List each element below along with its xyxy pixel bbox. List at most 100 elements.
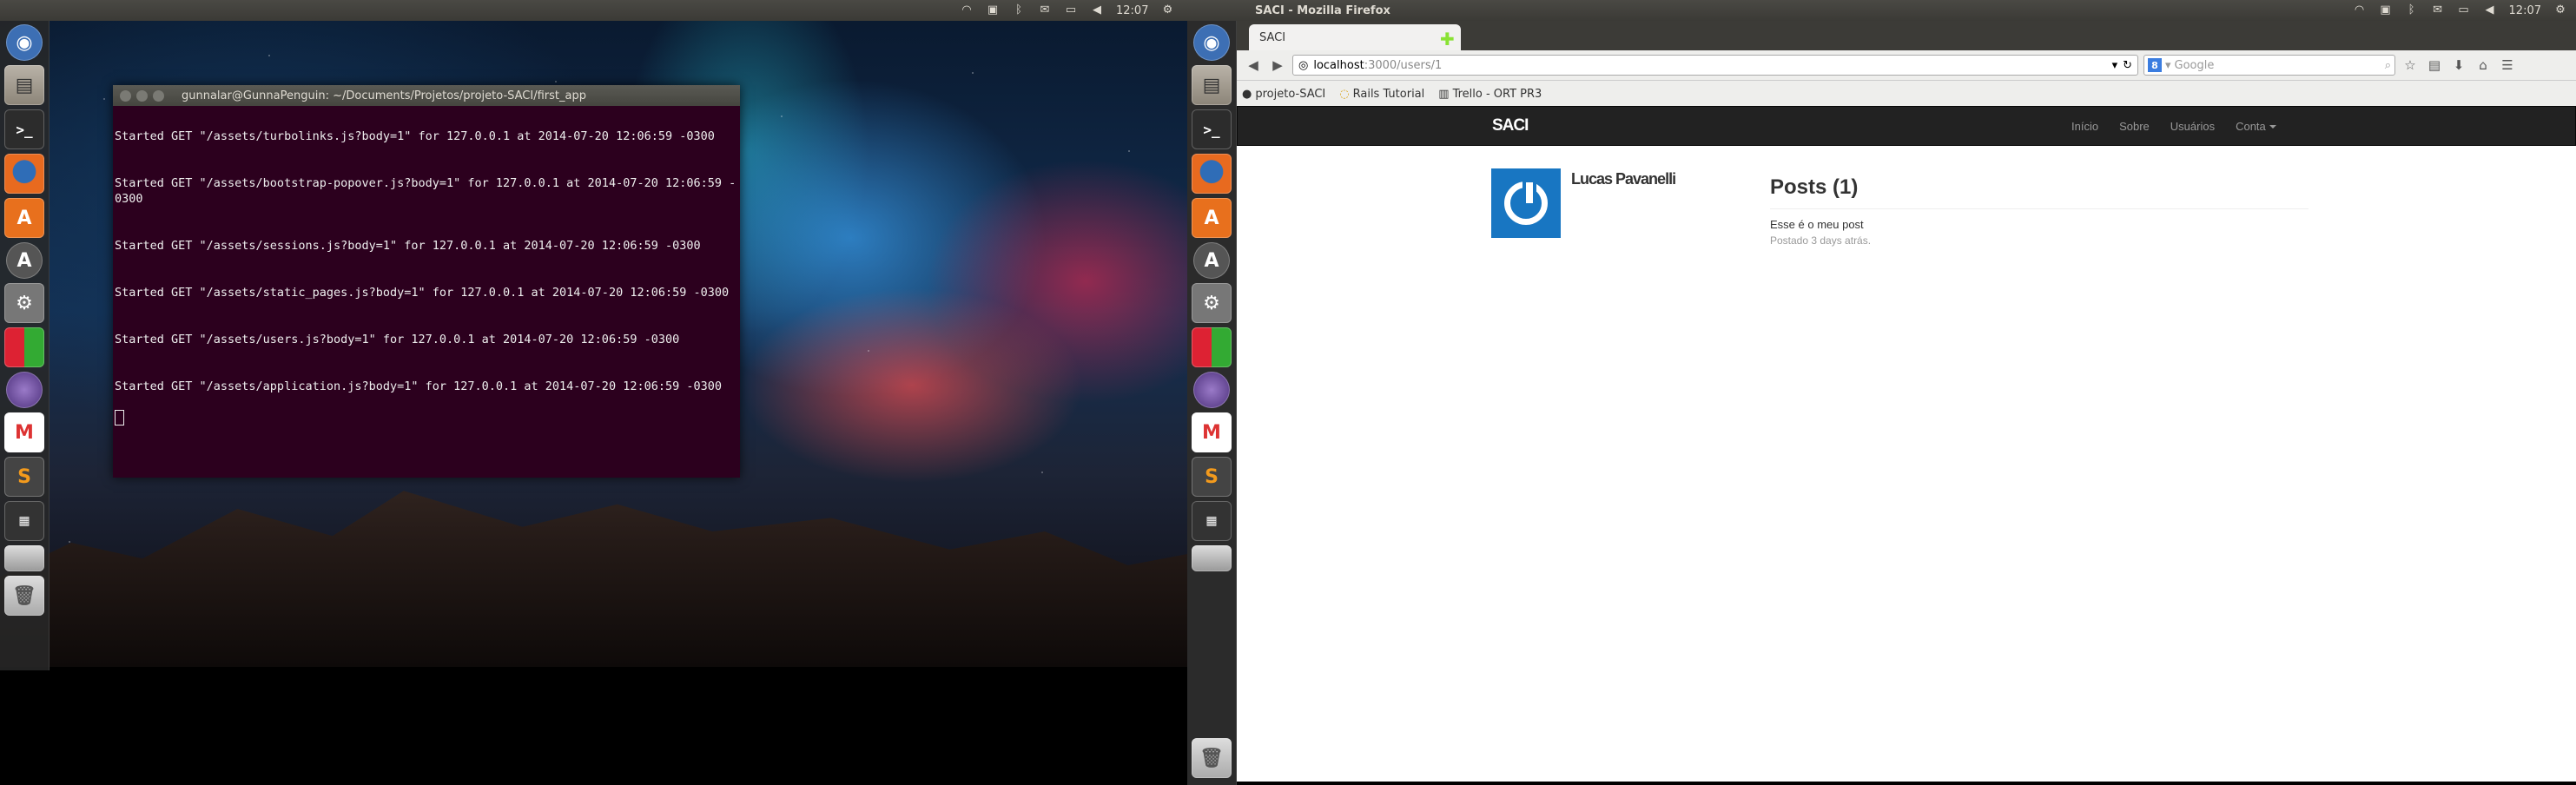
posts-heading: Posts (1) xyxy=(1770,175,2308,209)
site-identity-icon[interactable]: ◎ xyxy=(1298,59,1308,72)
bookmarks-menu-icon[interactable]: ▤ xyxy=(2425,56,2444,75)
clock[interactable]: 12:07 xyxy=(2509,4,2541,17)
new-tab-icon[interactable]: ✚ xyxy=(1440,29,1455,49)
battery-icon[interactable]: ▭ xyxy=(2457,4,2471,16)
nav-usuarios[interactable]: Usuários xyxy=(2170,120,2215,133)
reload-icon[interactable]: ↻ xyxy=(2123,59,2132,72)
wifi-icon[interactable]: ◠ xyxy=(2353,4,2367,16)
workspace-switcher-icon[interactable]: ▦ xyxy=(1192,501,1232,541)
firefox-window: SACI ✚ ◀ ▶ ◎ localhost:3000/users/1 ▾ ↻ … xyxy=(1237,21,2576,782)
trash-icon[interactable]: 🗑 xyxy=(1192,738,1232,778)
clock[interactable]: 12:07 xyxy=(1116,4,1148,17)
bookmark-star-icon[interactable]: ☆ xyxy=(2401,56,2420,75)
forward-icon[interactable]: ▶ xyxy=(1268,56,1287,75)
app-nav-links: Início Sobre Usuários Conta xyxy=(2071,120,2276,133)
user-name: Lucas Pavanelli xyxy=(1571,170,1676,188)
settings-icon[interactable]: ⚙ xyxy=(1192,283,1232,323)
tab-saci[interactable]: SACI xyxy=(1249,24,1461,50)
terminal-titlebar[interactable]: gunnalar@GunnaPenguin: ~/Documents/Proje… xyxy=(113,85,740,106)
files-icon[interactable]: ▤ xyxy=(1192,65,1232,105)
eclipse-icon[interactable] xyxy=(6,372,43,408)
drive-icon[interactable] xyxy=(1192,545,1232,571)
minimize-icon[interactable] xyxy=(136,89,148,102)
back-icon[interactable]: ◀ xyxy=(1244,56,1263,75)
office-icon[interactable] xyxy=(4,327,44,367)
top-panel-right: SACI - Mozilla Firefox ◠ ▣ ᛒ ✉ ▭ ◀ 12:07… xyxy=(1187,0,2576,21)
update-manager-icon[interactable]: A xyxy=(1193,242,1230,279)
user-profile: Lucas Pavanelli xyxy=(1491,168,1676,238)
bookmark-rails-tutorial[interactable]: ◌ Rails Tutorial xyxy=(1339,88,1424,101)
rails-icon: ◌ xyxy=(1339,87,1350,101)
search-engine-dropdown-icon[interactable]: ▾ xyxy=(2165,59,2171,72)
bookmark-trello[interactable]: ▥ Trello - ORT PR3 xyxy=(1438,88,1542,101)
launcher-right: ◉ ▤ >_ A A ⚙ M S ▦ 🗑 xyxy=(1187,21,1237,785)
bluetooth-icon[interactable]: ᛒ xyxy=(1012,4,1026,16)
drive-icon[interactable] xyxy=(4,545,44,571)
keyboard-icon[interactable]: ▣ xyxy=(2379,4,2393,16)
nav-inicio[interactable]: Início xyxy=(2071,120,2098,133)
terminal-line: Started GET "/assets/application.js?body… xyxy=(115,379,722,393)
url-dropdown-icon[interactable]: ▾ xyxy=(2112,59,2118,72)
sublime-icon[interactable]: S xyxy=(1192,457,1232,497)
nav-sobre[interactable]: Sobre xyxy=(2119,120,2150,133)
wifi-icon[interactable]: ◠ xyxy=(960,4,974,16)
software-center-icon[interactable]: A xyxy=(1192,198,1232,238)
gear-icon[interactable]: ⚙ xyxy=(2553,4,2567,16)
terminal-icon[interactable]: >_ xyxy=(1192,109,1232,149)
volume-icon[interactable]: ◀ xyxy=(2483,4,2497,16)
search-bar[interactable]: 8 ▾ Google ⌕ xyxy=(2143,55,2395,76)
terminal-line: Started GET "/assets/users.js?body=1" fo… xyxy=(115,333,680,346)
firefox-icon[interactable] xyxy=(1192,154,1232,194)
bookmark-label: projeto-SACI xyxy=(1255,87,1326,101)
close-icon[interactable] xyxy=(120,89,131,102)
home-icon[interactable]: ⌂ xyxy=(2474,56,2493,75)
url-path: :3000/users/1 xyxy=(1364,58,1443,72)
trash-icon[interactable]: 🗑 xyxy=(4,576,44,616)
files-icon[interactable]: ▤ xyxy=(4,65,44,105)
bookmark-label: Trello - ORT PR3 xyxy=(1452,87,1542,101)
software-center-icon[interactable]: A xyxy=(4,198,44,238)
update-manager-icon[interactable]: A xyxy=(6,242,43,279)
terminal-title: gunnalar@GunnaPenguin: ~/Documents/Proje… xyxy=(182,89,586,102)
post-content: Esse é o meu post xyxy=(1770,218,1864,231)
url-bar[interactable]: ◎ localhost:3000/users/1 ▾ ↻ xyxy=(1292,55,2138,76)
indicator-area-right: ◠ ▣ ᛒ ✉ ▭ ◀ 12:07 ⚙ xyxy=(2353,4,2576,17)
mail-icon[interactable]: ✉ xyxy=(1038,4,1052,16)
maximize-icon[interactable] xyxy=(153,89,164,102)
brand-logo[interactable]: SACI xyxy=(1492,116,1529,135)
github-icon: ● xyxy=(1242,87,1252,101)
terminal-icon[interactable]: >_ xyxy=(4,109,44,149)
dash-icon[interactable]: ◉ xyxy=(1193,24,1230,61)
workspace-switcher-icon[interactable]: ▦ xyxy=(4,501,44,541)
terminal-line: Started GET "/assets/static_pages.js?bod… xyxy=(115,286,730,300)
volume-icon[interactable]: ◀ xyxy=(1090,4,1104,16)
terminal-output[interactable]: Started GET "/assets/turbolinks.js?body=… xyxy=(113,106,740,432)
downloads-icon[interactable]: ⬇ xyxy=(2449,56,2468,75)
post-timestamp: Postado 3 days atrás. xyxy=(1770,234,1872,247)
sublime-icon[interactable]: S xyxy=(4,457,44,497)
empty-screen-area xyxy=(0,667,1187,782)
terminal-line: Started GET "/assets/bootstrap-popover.j… xyxy=(115,176,736,206)
trello-icon: ▥ xyxy=(1438,87,1450,101)
menu-icon[interactable]: ☰ xyxy=(2498,56,2517,75)
gear-icon[interactable]: ⚙ xyxy=(1160,4,1174,16)
mail-icon[interactable]: ✉ xyxy=(2431,4,2445,16)
settings-icon[interactable]: ⚙ xyxy=(4,283,44,323)
navigation-toolbar: ◀ ▶ ◎ localhost:3000/users/1 ▾ ↻ 8 ▾ Goo… xyxy=(1237,50,2576,81)
battery-icon[interactable]: ▭ xyxy=(1064,4,1078,16)
terminal-window[interactable]: gunnalar@GunnaPenguin: ~/Documents/Proje… xyxy=(113,85,740,478)
gmail-icon[interactable]: M xyxy=(4,412,44,452)
nav-conta[interactable]: Conta xyxy=(2236,120,2276,133)
eclipse-icon[interactable] xyxy=(1193,372,1230,408)
terminal-line: Started GET "/assets/sessions.js?body=1"… xyxy=(115,239,701,253)
gmail-icon[interactable]: M xyxy=(1192,412,1232,452)
bookmark-projeto-saci[interactable]: ● projeto-SACI xyxy=(1242,88,1325,101)
google-icon[interactable]: 8 xyxy=(2148,58,2162,72)
bluetooth-icon[interactable]: ᛒ xyxy=(2405,4,2419,16)
dash-icon[interactable]: ◉ xyxy=(6,24,43,61)
app-navbar: SACI Início Sobre Usuários Conta xyxy=(1237,106,2576,146)
search-icon[interactable]: ⌕ xyxy=(2385,59,2391,72)
keyboard-icon[interactable]: ▣ xyxy=(986,4,1000,16)
firefox-icon[interactable] xyxy=(4,154,44,194)
office-icon[interactable] xyxy=(1192,327,1232,367)
